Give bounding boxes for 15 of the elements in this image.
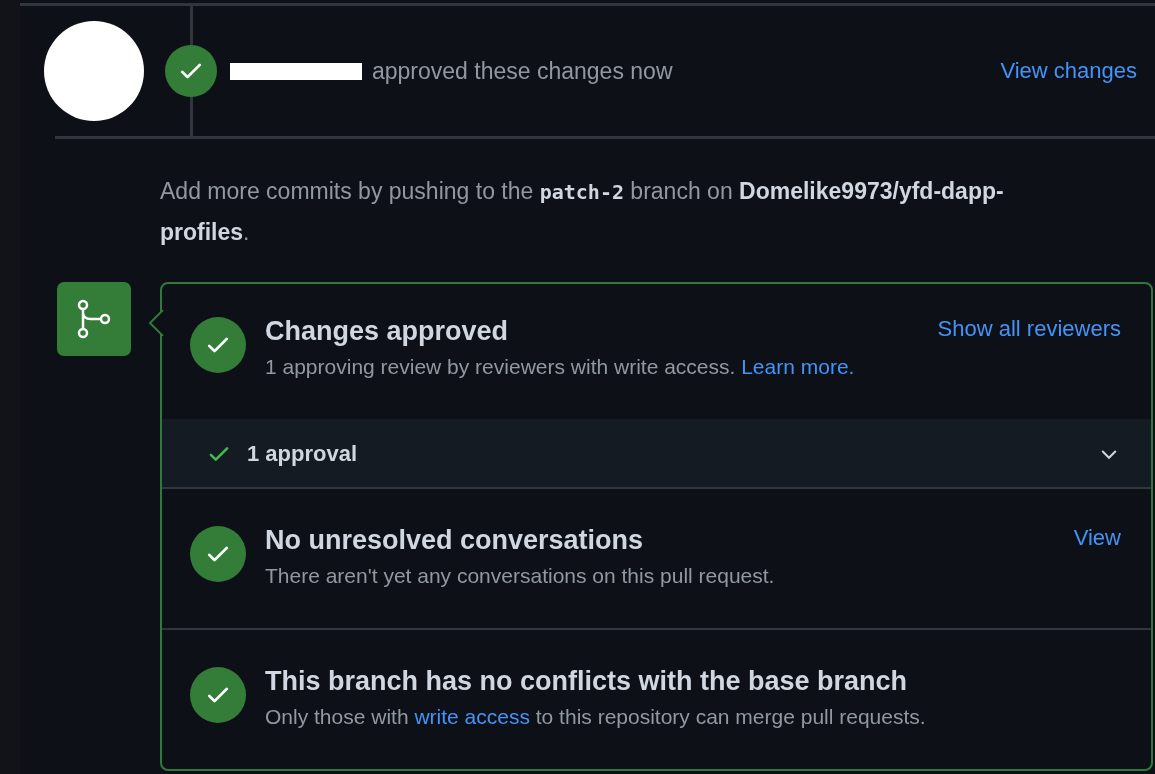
check-title: This branch has no conflicts with the base branch xyxy=(265,666,909,697)
learn-link[interactable]: Learn more. xyxy=(741,355,855,378)
check-description: 1 approving review by reviewers with write access. Learn more. xyxy=(265,355,856,379)
review-status: approved these changes now xyxy=(372,57,674,85)
check-title: Changes approved xyxy=(265,316,510,347)
view-changes-link[interactable]: View changes xyxy=(1000,58,1137,84)
check-link[interactable]: View xyxy=(1073,525,1121,551)
merge-icon xyxy=(57,282,131,356)
approvals-toggle[interactable]: 1 approval xyxy=(162,419,1151,487)
check-description: Only those with write access to this repository can merge pull requests. xyxy=(265,705,927,729)
merge-hint: Add more commits by pushing to the patch-2 branch on Domelike9973/yfd-dapp-profiles. xyxy=(160,177,1005,247)
learn-link[interactable]: write access xyxy=(414,705,530,728)
check-title: No unresolved conversations xyxy=(265,525,645,556)
check-link[interactable]: Show all reviewers xyxy=(937,316,1121,342)
check-description: There aren't yet any conversations on this pull request. xyxy=(265,564,776,588)
